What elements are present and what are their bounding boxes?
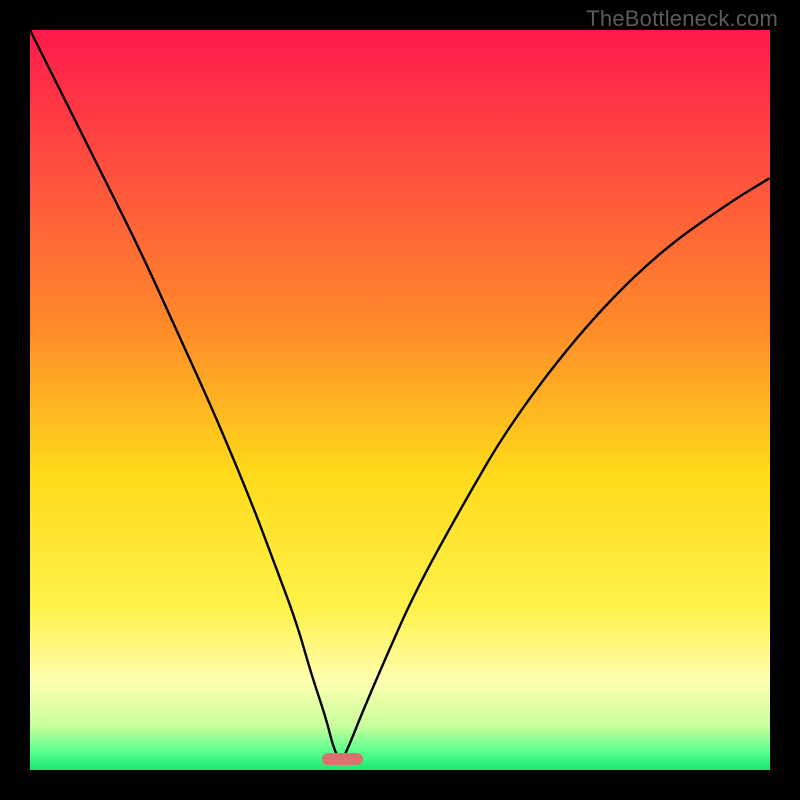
curve-path [30,30,770,759]
bottleneck-curve [30,30,770,770]
watermark-text: TheBottleneck.com [586,6,778,32]
plot-area [30,30,770,770]
optimal-range-marker [322,753,363,765]
chart-frame: TheBottleneck.com [0,0,800,800]
